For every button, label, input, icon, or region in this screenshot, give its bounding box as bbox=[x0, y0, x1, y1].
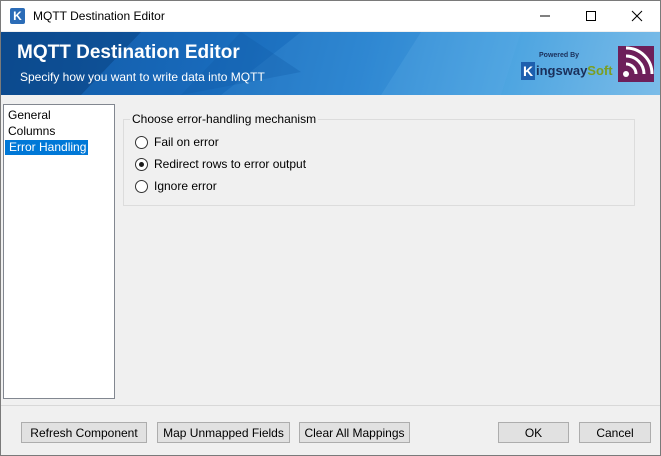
close-button[interactable] bbox=[614, 1, 660, 31]
redirect-rows-label[interactable]: Redirect rows to error output bbox=[154, 157, 306, 171]
kingswaysoft-logo: Powered By K ingswaySoft bbox=[517, 44, 659, 84]
footer-divider bbox=[1, 405, 660, 406]
error-handling-group-label: Choose error-handling mechanism bbox=[130, 112, 319, 126]
window-title: MQTT Destination Editor bbox=[33, 9, 165, 23]
header-banner: MQTT Destination Editor Specify how you … bbox=[1, 32, 660, 95]
fail-on-error-radio[interactable] bbox=[135, 136, 148, 149]
minimize-button[interactable] bbox=[522, 1, 568, 31]
ok-button[interactable]: OK bbox=[498, 422, 569, 443]
logo-wordmark: ingswaySoft bbox=[536, 63, 613, 78]
logo-powered-by: Powered By bbox=[539, 52, 580, 59]
banner-subtitle: Specify how you want to write data into … bbox=[20, 70, 265, 84]
title-bar[interactable]: K MQTT Destination Editor bbox=[1, 1, 660, 31]
banner-title: MQTT Destination Editor bbox=[17, 42, 240, 63]
minimize-icon bbox=[540, 15, 550, 17]
refresh-component-button[interactable]: Refresh Component bbox=[21, 422, 147, 443]
radio-selected-dot bbox=[139, 162, 144, 167]
clear-all-mappings-button[interactable]: Clear All Mappings bbox=[299, 422, 410, 443]
nav-item-general[interactable]: General bbox=[4, 108, 51, 123]
redirect-rows-radio[interactable] bbox=[135, 158, 148, 171]
maximize-icon bbox=[586, 11, 596, 21]
nav-item-error-handling[interactable]: Error Handling bbox=[5, 140, 89, 155]
fail-on-error-label[interactable]: Fail on error bbox=[154, 135, 219, 149]
logo-k-letter: K bbox=[521, 62, 535, 80]
cancel-button[interactable]: Cancel bbox=[579, 422, 651, 443]
kingswaysoft-k-icon: K bbox=[10, 8, 25, 24]
nav-item-columns[interactable]: Columns bbox=[4, 124, 55, 139]
page-navigation-list: General Columns Error Handling bbox=[3, 104, 115, 399]
mqtt-signal-icon bbox=[618, 46, 654, 82]
ignore-error-label[interactable]: Ignore error bbox=[154, 179, 217, 193]
editor-window: K MQTT Destination Editor MQTT Destinati… bbox=[0, 0, 661, 456]
logo-name: ingsway bbox=[536, 63, 588, 78]
ignore-error-radio[interactable] bbox=[135, 180, 148, 193]
logo-soft: Soft bbox=[587, 63, 613, 78]
close-icon bbox=[631, 10, 643, 22]
maximize-button[interactable] bbox=[568, 1, 614, 31]
map-unmapped-fields-button[interactable]: Map Unmapped Fields bbox=[157, 422, 290, 443]
